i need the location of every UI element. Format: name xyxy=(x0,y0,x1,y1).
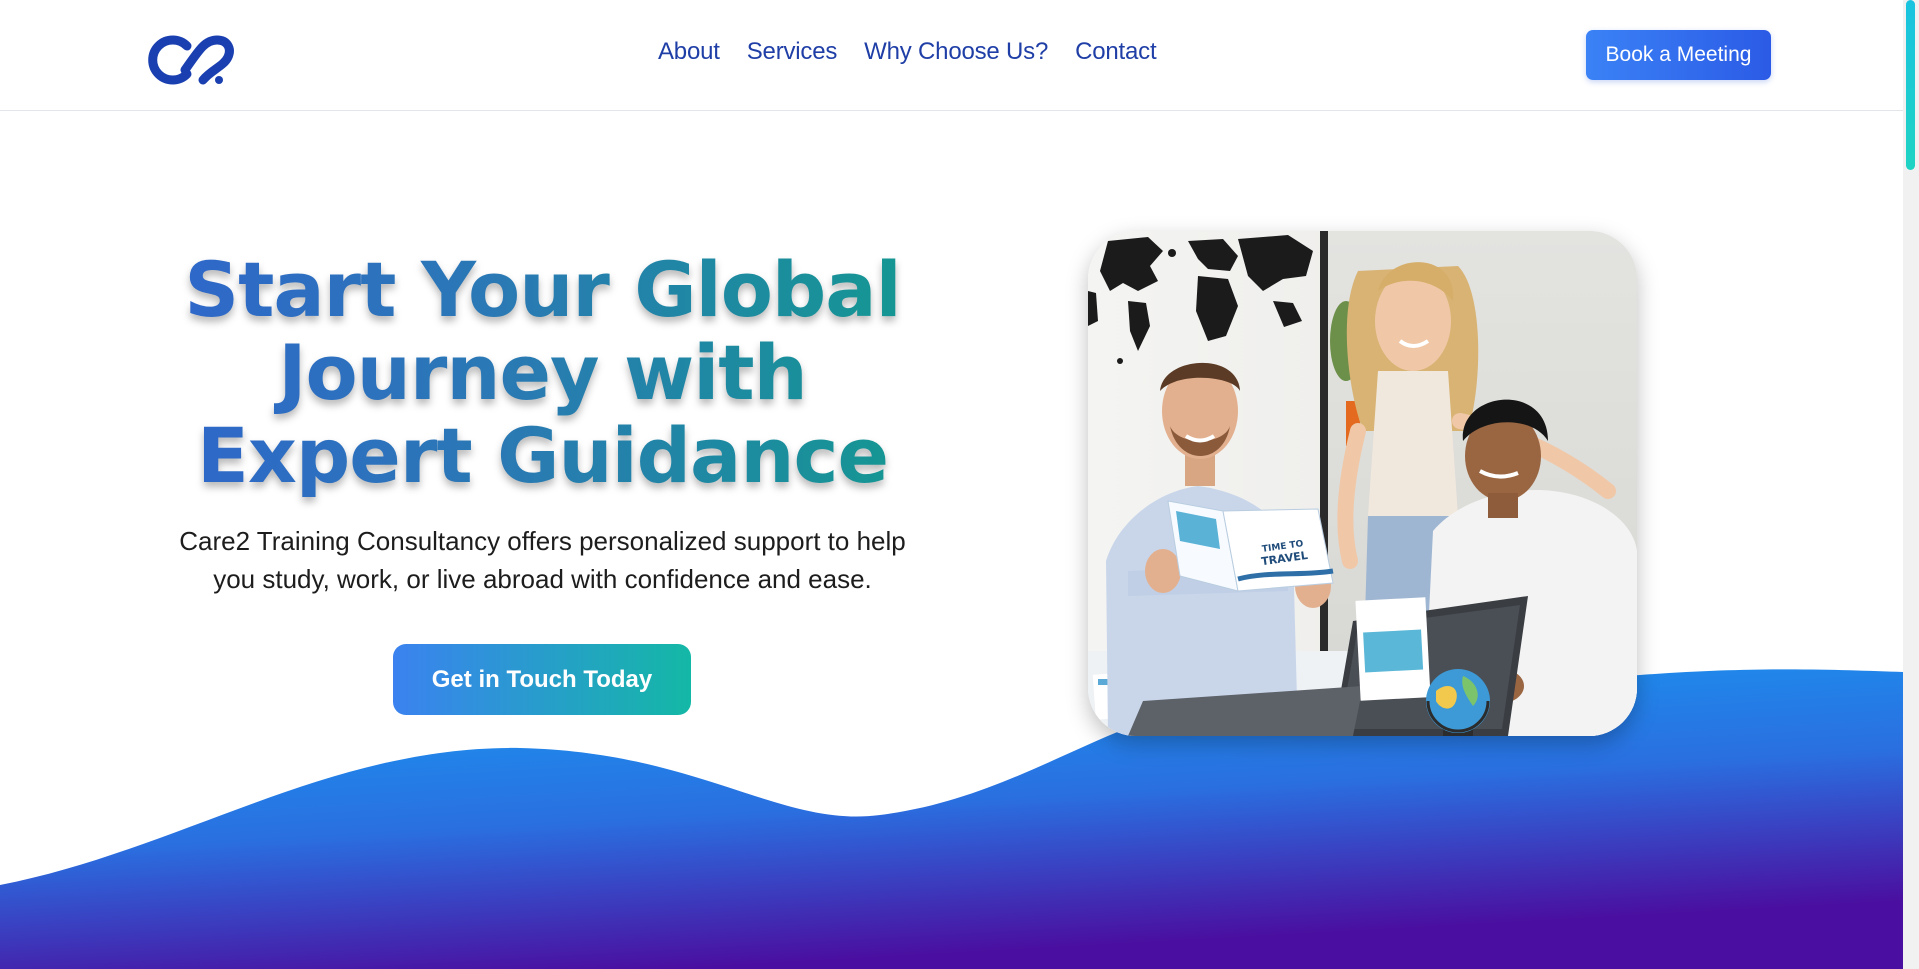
hero-title-line-3: Expert Guidance xyxy=(196,411,889,500)
travel-brochure: TIME TO TRAVEL xyxy=(1167,500,1334,592)
hero-title-line-1: Start Your Global xyxy=(184,245,901,334)
book-meeting-button[interactable]: Book a Meeting xyxy=(1586,30,1771,80)
hero-title-line-2: Journey with xyxy=(278,328,807,417)
hero-subtitle-line-1: Care2 Training Consultancy offers person… xyxy=(179,526,906,556)
nav-why-choose-us[interactable]: Why Choose Us? xyxy=(864,38,1048,66)
scrollbar-thumb[interactable] xyxy=(1906,0,1915,170)
hero-subtitle-line-2: you study, work, or live abroad with con… xyxy=(213,564,872,594)
nav-about[interactable]: About xyxy=(658,38,720,66)
care2-logo-icon[interactable] xyxy=(143,30,235,86)
page-scrollbar[interactable] xyxy=(1903,0,1919,969)
nav-contact[interactable]: Contact xyxy=(1075,38,1157,66)
page: About Services Why Choose Us? Contact Bo… xyxy=(0,0,1919,969)
main-nav: About Services Why Choose Us? Contact xyxy=(658,38,1157,66)
hero-title: Start Your Global Journey with Expert Gu… xyxy=(140,248,945,497)
site-header: About Services Why Choose Us? Contact Bo… xyxy=(0,0,1903,111)
team-planning-travel-photo: TIME TO TRAVEL xyxy=(1088,231,1637,736)
nav-services[interactable]: Services xyxy=(747,38,838,66)
hero-subtitle: Care2 Training Consultancy offers person… xyxy=(140,522,945,598)
